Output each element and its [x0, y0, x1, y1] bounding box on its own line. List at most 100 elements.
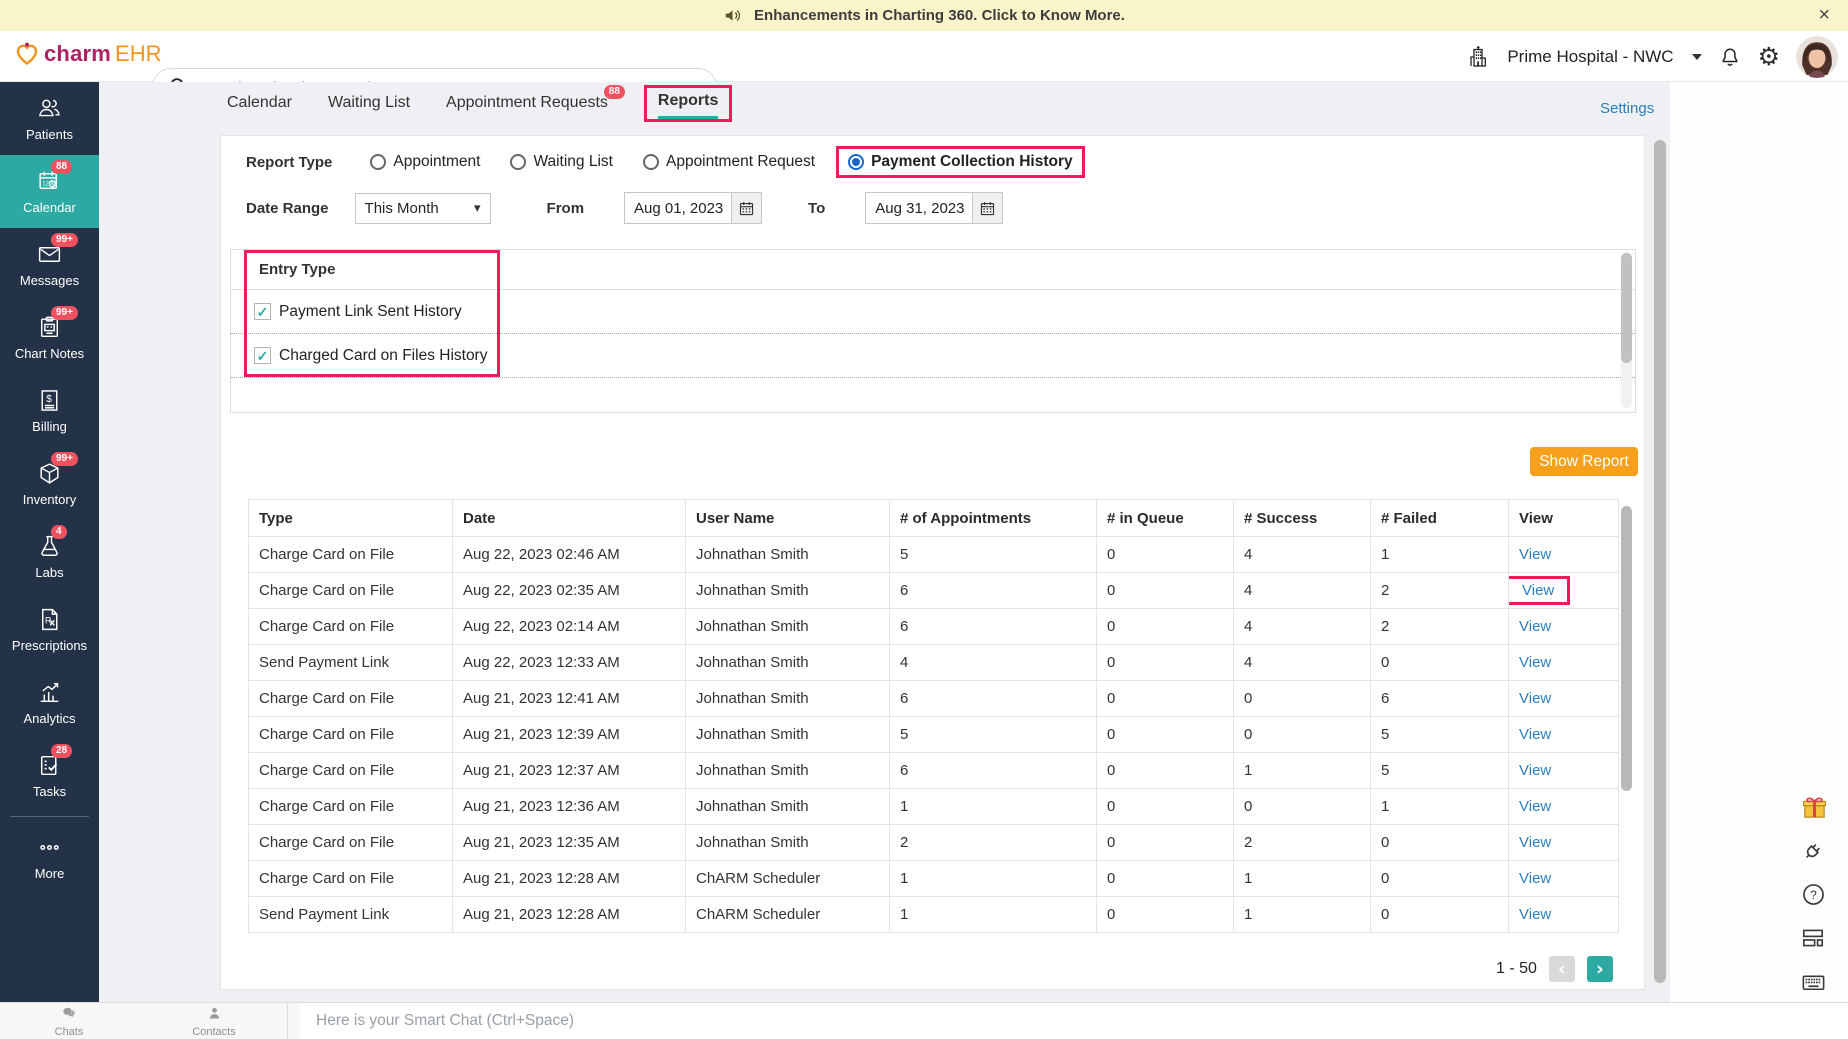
- radio-circle-icon[interactable]: [848, 154, 864, 170]
- show-report-button[interactable]: Show Report: [1530, 447, 1638, 476]
- radio-circle-icon[interactable]: [510, 154, 526, 170]
- cell-failed: 1: [1371, 789, 1509, 825]
- sidebar-item-label: Patients: [26, 127, 73, 142]
- view-link[interactable]: View: [1519, 654, 1551, 671]
- cell-success: 4: [1234, 645, 1371, 681]
- sidebar-item-labs[interactable]: 4Labs: [0, 520, 99, 593]
- radio-appointment[interactable]: Appointment: [370, 153, 480, 171]
- cell-user: Johnathan Smith: [686, 753, 890, 789]
- sidebar-item-label: Billing: [32, 419, 67, 434]
- table-scrollbar-thumb[interactable]: [1621, 506, 1632, 791]
- view-link[interactable]: View: [1519, 870, 1551, 887]
- radio-label: Waiting List: [533, 153, 613, 171]
- checkbox-icon[interactable]: ✓: [254, 303, 271, 320]
- cell-success: 4: [1234, 573, 1371, 609]
- view-link[interactable]: View: [1522, 582, 1554, 599]
- cell-appointments: 6: [890, 573, 1097, 609]
- cell-user: Johnathan Smith: [686, 789, 890, 825]
- cell-date: Aug 21, 2023 12:28 AM: [453, 861, 686, 897]
- view-link[interactable]: View: [1519, 762, 1551, 779]
- from-date-input[interactable]: Aug 01, 2023: [624, 192, 731, 224]
- to-date-input[interactable]: Aug 31, 2023: [865, 192, 972, 224]
- radio-circle-icon[interactable]: [370, 154, 386, 170]
- layout-icon[interactable]: [1800, 925, 1829, 954]
- cell-date: Aug 21, 2023 12:39 AM: [453, 717, 686, 753]
- tab-label: Reports: [658, 92, 718, 119]
- radio-appointment-request[interactable]: Appointment Request: [643, 153, 815, 171]
- sidebar-item-inventory[interactable]: 99+Inventory: [0, 447, 99, 520]
- to-calendar-icon[interactable]: [972, 192, 1003, 224]
- view-link[interactable]: View: [1519, 834, 1551, 851]
- sidebar-item-patients[interactable]: Patients: [0, 82, 99, 155]
- svg-text:12: 12: [42, 181, 49, 187]
- banner-message[interactable]: Enhancements in Charting 360. Click to K…: [754, 7, 1125, 24]
- integrations-plug-icon[interactable]: [1800, 837, 1829, 866]
- settings-link[interactable]: Settings: [1600, 100, 1654, 117]
- speaker-icon: [723, 6, 742, 25]
- entry-option-charged-card-on-files-history[interactable]: ✓Charged Card on Files History: [231, 334, 1635, 378]
- from-calendar-icon[interactable]: [731, 192, 762, 224]
- smart-chat-input[interactable]: Here is your Smart Chat (Ctrl+Space): [300, 1003, 1848, 1039]
- notifications-bell-icon[interactable]: [1718, 45, 1742, 69]
- cell-type: Charge Card on File: [249, 537, 453, 573]
- pagination: 1 - 50 ‹ ›: [1496, 956, 1613, 982]
- tab-waiting-list[interactable]: Waiting List: [328, 94, 410, 122]
- pagination-next-button[interactable]: ›: [1587, 956, 1613, 982]
- sidebar-item-messages[interactable]: 99+Messages: [0, 228, 99, 301]
- radio-label: Appointment: [393, 153, 480, 171]
- view-link[interactable]: View: [1519, 726, 1551, 743]
- app-header: charm EHR Prime Hospital - NWC ⚙: [0, 31, 1848, 82]
- gift-icon[interactable]: [1800, 793, 1829, 822]
- help-icon[interactable]: ?: [1800, 881, 1829, 910]
- sidebar-item-billing[interactable]: $Billing: [0, 374, 99, 447]
- sidebar-item-label: Messages: [20, 273, 79, 288]
- tab-bar: Calendar Waiting List Appointment Requests…: [227, 92, 732, 122]
- cell-in_queue: 0: [1097, 645, 1234, 681]
- sidebar-item-label: Labs: [35, 565, 63, 580]
- contacts-label: Contacts: [192, 1026, 235, 1038]
- sidebar-item-analytics[interactable]: Analytics: [0, 666, 99, 739]
- chats-button[interactable]: Chats: [39, 1004, 99, 1039]
- radio-circle-icon[interactable]: [643, 154, 659, 170]
- cell-view: View: [1509, 645, 1619, 681]
- column-header-success: # Success: [1234, 500, 1371, 537]
- radio-waiting-list[interactable]: Waiting List: [510, 153, 613, 171]
- checkbox-icon[interactable]: ✓: [254, 347, 271, 364]
- badge: 28: [51, 744, 72, 758]
- sidebar-item-more[interactable]: More: [0, 821, 99, 894]
- sidebar-item-calendar[interactable]: 1288Calendar: [0, 155, 99, 228]
- sidebar-item-tasks[interactable]: 28Tasks: [0, 739, 99, 812]
- view-link[interactable]: View: [1519, 546, 1551, 563]
- cell-view: View: [1509, 537, 1619, 573]
- chevron-down-icon[interactable]: [1692, 54, 1702, 60]
- banner-close-icon[interactable]: ×: [1818, 2, 1830, 28]
- chats-label: Chats: [55, 1026, 84, 1038]
- cell-failed: 6: [1371, 681, 1509, 717]
- sidebar-item-chart-notes[interactable]: 99+Chart Notes: [0, 301, 99, 374]
- cell-type: Send Payment Link: [249, 645, 453, 681]
- radio-payment-collection-history[interactable]: Payment Collection History: [836, 146, 1085, 178]
- view-link[interactable]: View: [1519, 618, 1551, 635]
- tab-calendar[interactable]: Calendar: [227, 94, 292, 122]
- sidebar-item-label: Analytics: [23, 711, 75, 726]
- cell-view: View: [1509, 789, 1619, 825]
- main-scrollbar-thumb[interactable]: [1654, 140, 1666, 983]
- charmehr-logo[interactable]: charm EHR: [14, 41, 162, 67]
- announcement-banner[interactable]: Enhancements in Charting 360. Click to K…: [0, 0, 1848, 31]
- tab-appointment-requests[interactable]: Appointment Requests88: [446, 94, 608, 122]
- sidebar-item-prescriptions[interactable]: RPrescriptions: [0, 593, 99, 666]
- table-header-row: TypeDateUser Name# of Appointments# in Q…: [249, 500, 1619, 537]
- view-link[interactable]: View: [1519, 690, 1551, 707]
- org-name[interactable]: Prime Hospital - NWC: [1507, 47, 1673, 67]
- gear-icon[interactable]: ⚙: [1758, 44, 1780, 69]
- entry-scrollbar-thumb[interactable]: [1621, 253, 1632, 363]
- view-link[interactable]: View: [1519, 798, 1551, 815]
- avatar[interactable]: [1796, 36, 1838, 78]
- tab-reports[interactable]: Reports: [644, 85, 732, 122]
- entry-option-payment-link-sent-history[interactable]: ✓Payment Link Sent History: [231, 290, 1635, 334]
- pagination-prev-button[interactable]: ‹: [1549, 956, 1575, 982]
- date-range-select[interactable]: This Month ▾: [355, 193, 491, 224]
- keyboard-icon[interactable]: [1800, 969, 1829, 998]
- view-link[interactable]: View: [1519, 906, 1551, 923]
- contacts-button[interactable]: Contacts: [184, 1004, 244, 1039]
